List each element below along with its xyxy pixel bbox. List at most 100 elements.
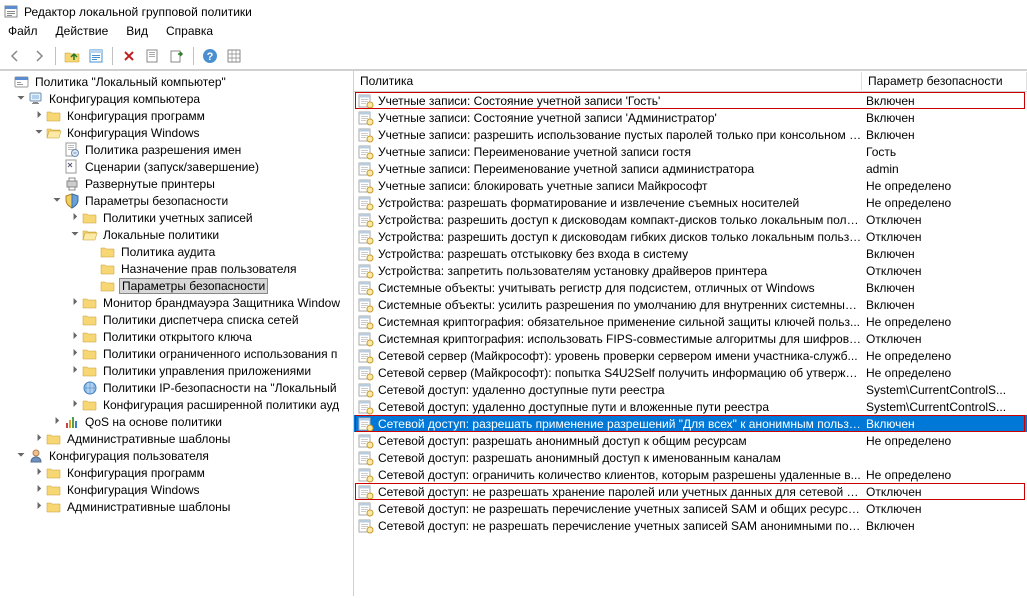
toolbar (0, 42, 1027, 70)
folder-icon (100, 244, 116, 260)
toggle-icon[interactable]: ⏵ (68, 364, 82, 378)
menu-view[interactable]: Вид (126, 24, 148, 40)
tree-public-key[interactable]: Политики открытого ключа (101, 330, 254, 344)
tree-network-list[interactable]: Политики диспетчера списка сетей (101, 313, 301, 327)
tree-printers[interactable]: Развернутые принтеры (83, 177, 217, 191)
list-row[interactable]: Учетные записи: Состояние учетной записи… (354, 92, 1027, 109)
tree-root[interactable]: Политика "Локальный компьютер" (33, 75, 228, 89)
tree-ipsec[interactable]: Политики IP-безопасности на "Локальный (101, 381, 339, 395)
list-row[interactable]: Системные объекты: учитывать регистр для… (354, 279, 1027, 296)
toggle-icon[interactable]: ⏷ (32, 126, 46, 140)
list-row[interactable]: Сетевой доступ: удаленно доступные пути … (354, 381, 1027, 398)
list-row[interactable]: Учетные записи: Переименование учетной з… (354, 143, 1027, 160)
menu-help[interactable]: Справка (166, 24, 213, 40)
toggle-icon[interactable]: ⏵ (32, 500, 46, 514)
toggle-icon[interactable]: ⏷ (14, 449, 28, 463)
forward-button[interactable] (28, 45, 50, 67)
list-row[interactable]: Устройства: разрешать форматирование и и… (354, 194, 1027, 211)
tree-account-policies[interactable]: Политики учетных записей (101, 211, 255, 225)
export-button[interactable] (166, 45, 188, 67)
list-body[interactable]: Учетные записи: Состояние учетной записи… (354, 92, 1027, 596)
toggle-icon[interactable]: ⏷ (50, 194, 64, 208)
show-hide-tree-button[interactable] (85, 45, 107, 67)
list-row[interactable]: Системные объекты: усилить разрешения по… (354, 296, 1027, 313)
toggle-icon[interactable]: ⏵ (68, 296, 82, 310)
tree-local-policies[interactable]: Локальные политики (101, 228, 221, 242)
policy-item-icon (358, 263, 374, 279)
list-row[interactable]: Учетные записи: Переименование учетной з… (354, 160, 1027, 177)
list-row[interactable]: Сетевой доступ: удаленно доступные пути … (354, 398, 1027, 415)
tree-security-options[interactable]: Параметры безопасности (119, 278, 268, 294)
tree-name-resolution[interactable]: Политика разрешения имен (83, 143, 243, 157)
toggle-icon[interactable]: ⏵ (32, 432, 46, 446)
list-row[interactable]: Устройства: разрешить доступ к дисковода… (354, 211, 1027, 228)
toggle-icon[interactable]: ⏵ (32, 466, 46, 480)
policy-name: Сетевой доступ: ограничить количество кл… (378, 468, 862, 482)
toggle-icon[interactable]: ⏵ (50, 415, 64, 429)
list-row[interactable]: Сетевой сервер (Майкрософт): попытка S4U… (354, 364, 1027, 381)
toggle-icon[interactable]: ⏵ (68, 211, 82, 225)
policy-item-icon (358, 501, 374, 517)
tree-qos[interactable]: QoS на основе политики (83, 415, 224, 429)
tree-scripts[interactable]: Сценарии (запуск/завершение) (83, 160, 261, 174)
list-row[interactable]: Системная криптография: использовать FIP… (354, 330, 1027, 347)
policy-value: Не определено (862, 434, 1027, 448)
tree-pane[interactable]: ▶Политика "Локальный компьютер" ⏷Конфигу… (0, 71, 354, 596)
list-row[interactable]: Учетные записи: Состояние учетной записи… (354, 109, 1027, 126)
list-row[interactable]: Сетевой доступ: не разрешать перечислени… (354, 517, 1027, 534)
tree-windows-config-user[interactable]: Конфигурация Windows (65, 483, 202, 497)
tree-program-config-user[interactable]: Конфигурация программ (65, 466, 207, 480)
tree-computer-config[interactable]: Конфигурация компьютера (47, 92, 202, 106)
tree-firewall-monitor[interactable]: Монитор брандмауэра Защитника Window (101, 296, 342, 310)
policy-item-icon (358, 331, 374, 347)
toggle-icon[interactable]: ⏵ (32, 109, 46, 123)
policy-value: Отключен (862, 213, 1027, 227)
list-row[interactable]: Устройства: разрешать отстыковку без вхо… (354, 245, 1027, 262)
toggle-icon[interactable]: ⏵ (68, 330, 82, 344)
tree-windows-config[interactable]: Конфигурация Windows (65, 126, 202, 140)
toggle-icon[interactable]: ⏵ (68, 347, 82, 361)
toggle-icon[interactable]: ⏷ (14, 92, 28, 106)
list-row[interactable]: Сетевой доступ: разрешать анонимный дост… (354, 432, 1027, 449)
column-security-param[interactable]: Параметр безопасности (862, 72, 1027, 90)
column-policy[interactable]: Политика (354, 72, 862, 90)
tree-advanced-audit[interactable]: Конфигурация расширенной политики ауд (101, 398, 341, 412)
tree-user-config[interactable]: Конфигурация пользователя (47, 449, 211, 463)
grid-button[interactable] (223, 45, 245, 67)
list-row[interactable]: Устройства: разрешить доступ к дисковода… (354, 228, 1027, 245)
list-row[interactable]: Учетные записи: разрешить использование … (354, 126, 1027, 143)
delete-button[interactable] (118, 45, 140, 67)
tree-admin-templates[interactable]: Административные шаблоны (65, 432, 232, 446)
tree-software-restriction[interactable]: Политики ограниченного использования п (101, 347, 339, 361)
policy-value: Не определено (862, 179, 1027, 193)
policy-value: admin (862, 162, 1027, 176)
list-row[interactable]: Сетевой доступ: разрешать применение раз… (354, 415, 1027, 432)
policy-value: Не определено (862, 366, 1027, 380)
list-row[interactable]: Сетевой доступ: разрешать анонимный дост… (354, 449, 1027, 466)
tree-program-config[interactable]: Конфигурация программ (65, 109, 207, 123)
tree-security-settings[interactable]: Параметры безопасности (83, 194, 230, 208)
policy-value: System\CurrentControlS... (862, 400, 1027, 414)
menu-file[interactable]: Файл (8, 24, 38, 40)
up-level-button[interactable] (61, 45, 83, 67)
menu-action[interactable]: Действие (56, 24, 109, 40)
list-row[interactable]: Сетевой доступ: не разрешать перечислени… (354, 500, 1027, 517)
policy-item-icon (358, 365, 374, 381)
tree-user-rights[interactable]: Назначение прав пользователя (119, 262, 299, 276)
list-row[interactable]: Сетевой доступ: ограничить количество кл… (354, 466, 1027, 483)
policy-name: Сетевой доступ: не разрешать перечислени… (378, 502, 862, 516)
toggle-icon[interactable]: ⏵ (32, 483, 46, 497)
list-row[interactable]: Устройства: запретить пользователям уста… (354, 262, 1027, 279)
toggle-icon[interactable]: ⏵ (68, 398, 82, 412)
tree-audit-policy[interactable]: Политика аудита (119, 245, 217, 259)
back-button[interactable] (4, 45, 26, 67)
list-row[interactable]: Учетные записи: блокировать учетные запи… (354, 177, 1027, 194)
tree-admin-templates-user[interactable]: Административные шаблоны (65, 500, 232, 514)
toggle-icon[interactable]: ⏷ (68, 228, 82, 242)
list-row[interactable]: Системная криптография: обязательное при… (354, 313, 1027, 330)
list-row[interactable]: Сетевой доступ: не разрешать хранение па… (354, 483, 1027, 500)
tree-app-control[interactable]: Политики управления приложениями (101, 364, 313, 378)
list-row[interactable]: Сетевой сервер (Майкрософт): уровень про… (354, 347, 1027, 364)
properties-button[interactable] (142, 45, 164, 67)
help-button[interactable] (199, 45, 221, 67)
